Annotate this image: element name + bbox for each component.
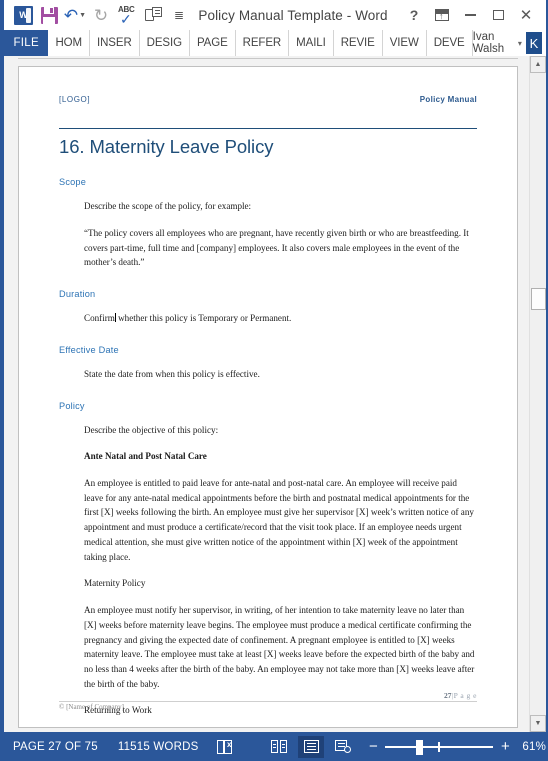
zoom-slider-thumb[interactable] <box>416 739 424 755</box>
page-status[interactable]: PAGE 27 OF 75 <box>4 741 108 753</box>
web-layout-view-button[interactable] <box>330 736 356 758</box>
section-heading-policy: Policy <box>59 400 85 411</box>
account-area[interactable]: Ivan Walsh ▾ K <box>473 30 546 56</box>
help-button[interactable]: ? <box>400 2 428 28</box>
quick-access-toolbar: W ↶ ▼ ↻ ABC ✓ ≣ <box>4 2 192 28</box>
paragraph: An employee is entitled to paid leave fo… <box>84 478 474 562</box>
tab-view[interactable]: VIEW <box>383 30 427 56</box>
tab-insert[interactable]: INSER <box>90 30 140 56</box>
paragraph: Describe the scope of the policy, for ex… <box>84 201 252 212</box>
customize-quick-access-toolbar-icon[interactable]: ≣ <box>166 2 192 28</box>
zoom-percentage[interactable]: 61% <box>513 741 546 753</box>
tab-page-layout[interactable]: PAGE <box>190 30 236 56</box>
paragraph: “The policy covers all employees who are… <box>84 228 469 268</box>
status-bar: PAGE 27 OF 75 11515 WORDS x − + 61% <box>4 732 546 761</box>
touch-mouse-mode-icon[interactable] <box>140 2 166 28</box>
document-page[interactable]: [LOGO] Policy Manual 16. Maternity Leave… <box>18 66 518 728</box>
ribbon-tab-bar: FILE HOM INSER DESIG PAGE REFER MAILI RE… <box>4 30 546 56</box>
window-controls: ? ✕ <box>400 2 546 28</box>
section-heading-duration: Duration <box>59 289 96 300</box>
zoom-out-button[interactable]: − <box>365 739 381 754</box>
spelling-grammar-icon[interactable]: ABC ✓ <box>114 2 140 28</box>
vertical-scrollbar[interactable]: ▲ ▼ <box>529 56 546 732</box>
account-name: Ivan Walsh <box>472 31 505 55</box>
footer-page-indicator: 27|P a g e <box>59 691 477 700</box>
scrollbar-thumb[interactable] <box>531 288 546 310</box>
chevron-down-icon[interactable]: ▾ <box>518 39 522 48</box>
word-application-window: W ↶ ▼ ↻ ABC ✓ ≣ Policy Manual Template - W… <box>0 0 548 761</box>
paragraph: State the date from when this policy is … <box>84 368 260 379</box>
section-heading-effective-date: Effective Date <box>59 344 119 355</box>
avatar[interactable]: K <box>525 32 542 54</box>
tab-developer[interactable]: DEVE <box>427 30 473 56</box>
header-right-text: Policy Manual <box>419 95 477 104</box>
maximize-button[interactable] <box>484 2 512 28</box>
zoom-in-button[interactable]: + <box>497 739 513 754</box>
page-header: [LOGO] Policy Manual <box>59 67 477 104</box>
footer-page-number: 27 <box>444 691 452 700</box>
header-logo-placeholder: [LOGO] <box>59 95 91 104</box>
ruler-divider <box>18 58 518 59</box>
zoom-control: − + 61% <box>365 739 546 755</box>
page-title: 16. Maternity Leave Policy <box>59 136 274 158</box>
scroll-down-button[interactable]: ▼ <box>530 715 546 732</box>
proofing-errors-icon[interactable]: x <box>211 736 237 758</box>
subheading-ante-natal: Ante Natal and Post Natal Care <box>84 451 207 462</box>
subheading-maternity-policy: Maternity Policy <box>84 578 146 589</box>
read-mode-view-button[interactable] <box>266 736 292 758</box>
title-bar: W ↶ ▼ ↻ ABC ✓ ≣ Policy Manual Template - W… <box>4 0 546 30</box>
paragraph: Describe the objective of this policy: <box>84 424 219 435</box>
document-canvas[interactable]: [LOGO] Policy Manual 16. Maternity Leave… <box>4 56 546 732</box>
paragraph: An employee must notify her supervisor, … <box>84 605 475 689</box>
paragraph-with-caret: Confirm whether this policy is Temporary… <box>84 311 477 326</box>
text-cursor <box>114 313 116 323</box>
tab-design[interactable]: DESIG <box>140 30 190 56</box>
ribbon-display-options-icon[interactable] <box>428 2 456 28</box>
redo-icon[interactable]: ↻ <box>88 2 114 28</box>
footer-copyright: © [Name of Company] <box>59 703 124 711</box>
zoom-slider-midpoint <box>438 741 440 752</box>
word-count[interactable]: 11515 WORDS <box>108 741 209 753</box>
section-heading-scope: Scope <box>59 177 87 188</box>
paragraph-text: Confirm whether this policy is Temporary… <box>84 313 292 324</box>
undo-icon[interactable]: ↶ ▼ <box>62 2 88 28</box>
tab-references[interactable]: REFER <box>236 30 290 56</box>
tab-review[interactable]: REVIE <box>334 30 383 56</box>
page-footer: 27|P a g e © [Name of Company] <box>59 691 477 711</box>
footer-divider <box>59 701 477 702</box>
footer-page-label: P a g e <box>453 691 477 700</box>
print-layout-view-button[interactable] <box>298 735 325 758</box>
close-button[interactable]: ✕ <box>512 2 540 28</box>
tab-mailings[interactable]: MAILI <box>289 30 334 56</box>
minimize-button[interactable] <box>456 2 484 28</box>
window-title: Policy Manual Template - Word <box>198 7 388 23</box>
scroll-up-button[interactable]: ▲ <box>530 56 546 73</box>
ribbon-tabs: HOM INSER DESIG PAGE REFER MAILI REVIE V… <box>48 30 473 56</box>
word-logo-icon: W <box>10 2 36 28</box>
title-divider <box>59 128 477 130</box>
zoom-slider[interactable] <box>385 739 494 755</box>
save-icon[interactable] <box>36 2 62 28</box>
tab-file[interactable]: FILE <box>4 30 49 56</box>
tab-home[interactable]: HOM <box>48 30 90 56</box>
